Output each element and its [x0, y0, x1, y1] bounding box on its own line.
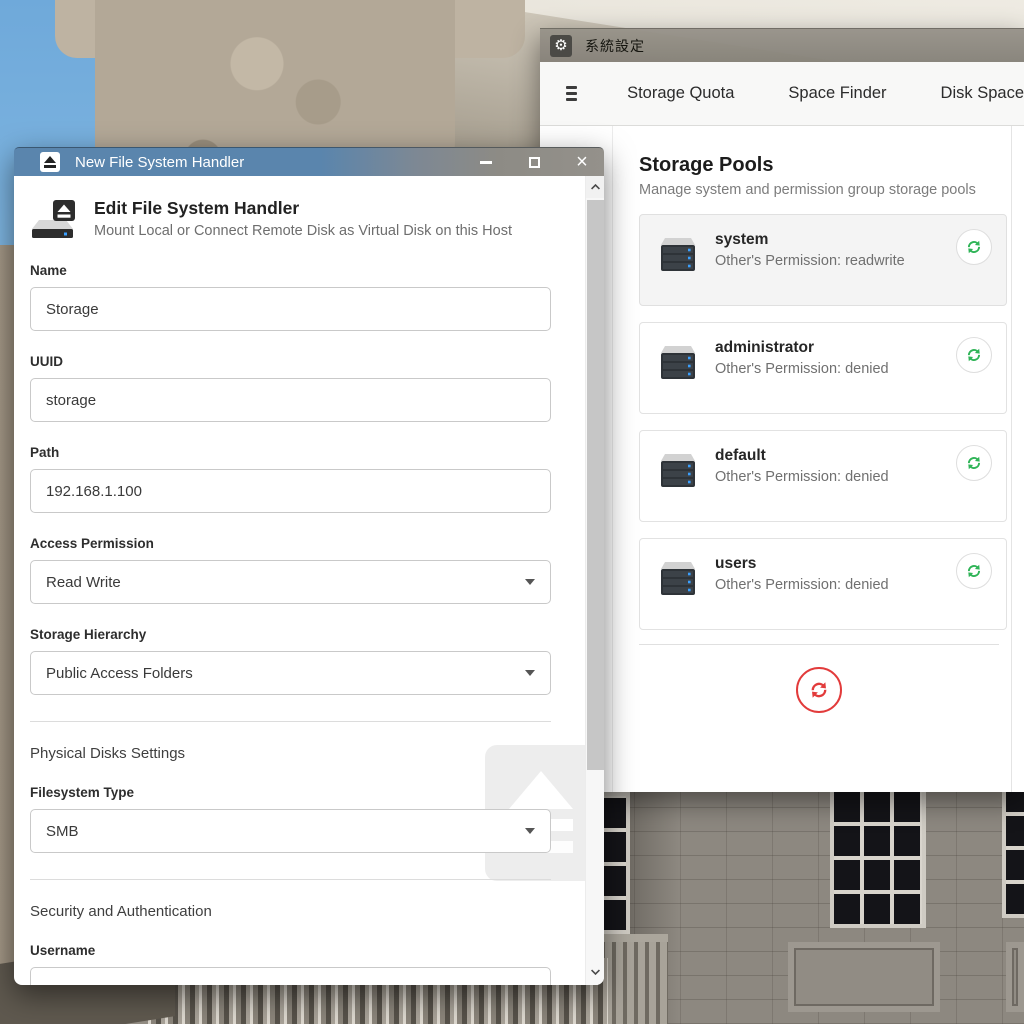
server-icon	[658, 343, 698, 383]
filesystem-type-label: Filesystem Type	[30, 785, 551, 800]
pool-name: system	[715, 231, 905, 249]
scroll-down-button[interactable]	[586, 961, 604, 983]
caret-down-icon	[525, 828, 535, 834]
pool-permission: Other's Permission: denied	[715, 577, 889, 593]
storage-hierarchy-label: Storage Hierarchy	[30, 627, 551, 642]
background-window	[1002, 782, 1024, 918]
eject-icon	[40, 152, 60, 172]
scroll-up-icon	[590, 183, 601, 191]
storage-hierarchy-value: Public Access Folders	[46, 665, 193, 682]
filesystem-type-select[interactable]: SMB	[30, 809, 551, 853]
security-section-label: Security and Authentication	[30, 903, 551, 920]
maximize-button[interactable]	[526, 154, 542, 170]
caret-down-icon	[525, 579, 535, 585]
settings-window-title: 系統設定	[585, 36, 645, 56]
pool-card-administrator[interactable]: administrator Other's Permission: denied	[639, 322, 1007, 414]
minimize-icon	[480, 161, 492, 164]
gear-icon: ⚙	[550, 35, 572, 57]
close-button[interactable]: ×	[574, 154, 590, 170]
server-icon	[658, 235, 698, 275]
background-relief-panel	[1006, 942, 1024, 1012]
name-field[interactable]	[30, 287, 551, 331]
refresh-pools-button[interactable]	[796, 667, 842, 713]
dialog-body: Edit File System Handler Mount Local or …	[14, 176, 604, 985]
access-permission-label: Access Permission	[30, 536, 551, 551]
menu-icon[interactable]	[566, 83, 577, 104]
pool-card-default[interactable]: default Other's Permission: denied	[639, 430, 1007, 522]
handler-form: Edit File System Handler Mount Local or …	[30, 198, 551, 985]
dialog-subtitle: Mount Local or Connect Remote Disk as Vi…	[94, 223, 512, 239]
uuid-label: UUID	[30, 354, 551, 369]
settings-content: Storage Pools Manage system and permissi…	[540, 126, 1024, 792]
access-permission-select[interactable]: Read Write	[30, 560, 551, 604]
pool-refresh-button[interactable]	[956, 553, 992, 589]
name-label: Name	[30, 263, 551, 278]
divider	[30, 879, 551, 880]
pool-refresh-button[interactable]	[956, 337, 992, 373]
physical-disks-section-label: Physical Disks Settings	[30, 745, 551, 762]
storage-pools-panel: Storage Pools Manage system and permissi…	[612, 126, 1012, 792]
settings-titlebar[interactable]: ⚙ 系統設定	[540, 28, 1024, 62]
minimize-button[interactable]	[478, 154, 494, 170]
dialog-titlebar[interactable]: New File System Handler ×	[14, 147, 604, 176]
pool-name: users	[715, 555, 889, 573]
pool-permission: Other's Permission: readwrite	[715, 253, 905, 269]
page-subtitle: Manage system and permission group stora…	[639, 182, 999, 198]
tab-disk-space[interactable]: Disk Space	[941, 84, 1024, 103]
dialog-window-title: New File System Handler	[75, 154, 478, 171]
caret-down-icon	[525, 670, 535, 676]
username-field[interactable]	[30, 967, 551, 985]
settings-window: ⚙ 系統設定 Storage Quota Space Finder Disk S…	[540, 28, 1024, 792]
dialog-scrollbar[interactable]	[585, 176, 604, 985]
path-field[interactable]	[30, 469, 551, 513]
scrollbar-thumb[interactable]	[587, 200, 604, 770]
refresh-icon	[965, 562, 983, 580]
scroll-down-icon	[590, 968, 601, 976]
uuid-field[interactable]	[30, 378, 551, 422]
disk-icon	[30, 198, 78, 240]
server-icon	[658, 451, 698, 491]
storage-hierarchy-select[interactable]: Public Access Folders	[30, 651, 551, 695]
pool-permission: Other's Permission: denied	[715, 469, 889, 485]
pool-permission: Other's Permission: denied	[715, 361, 889, 377]
path-label: Path	[30, 445, 551, 460]
refresh-icon	[808, 679, 830, 701]
tab-storage-quota[interactable]: Storage Quota	[627, 84, 734, 103]
close-icon: ×	[576, 155, 588, 169]
settings-toolbar: Storage Quota Space Finder Disk Space	[540, 62, 1024, 126]
settings-tabs: Storage Quota Space Finder Disk Space	[627, 84, 1024, 103]
access-permission-value: Read Write	[46, 574, 121, 591]
refresh-icon	[965, 454, 983, 472]
tab-space-finder[interactable]: Space Finder	[788, 84, 886, 103]
pool-card-system[interactable]: system Other's Permission: readwrite	[639, 214, 1007, 306]
divider	[30, 721, 551, 722]
server-icon	[658, 559, 698, 599]
page-title: Storage Pools	[639, 154, 999, 177]
filesystem-type-value: SMB	[46, 823, 79, 840]
pool-name: administrator	[715, 339, 889, 357]
background-relief-panel	[788, 942, 940, 1012]
file-system-handler-dialog: New File System Handler × Edit	[14, 147, 604, 985]
pool-refresh-button[interactable]	[956, 229, 992, 265]
scroll-up-button[interactable]	[586, 176, 604, 198]
pool-refresh-button[interactable]	[956, 445, 992, 481]
pool-name: default	[715, 447, 889, 465]
maximize-icon	[529, 157, 540, 168]
refresh-icon	[965, 238, 983, 256]
dialog-heading: Edit File System Handler	[94, 198, 512, 219]
divider	[639, 644, 999, 645]
username-label: Username	[30, 943, 551, 958]
refresh-icon	[965, 346, 983, 364]
background-window	[830, 782, 926, 928]
pool-card-users[interactable]: users Other's Permission: denied	[639, 538, 1007, 630]
